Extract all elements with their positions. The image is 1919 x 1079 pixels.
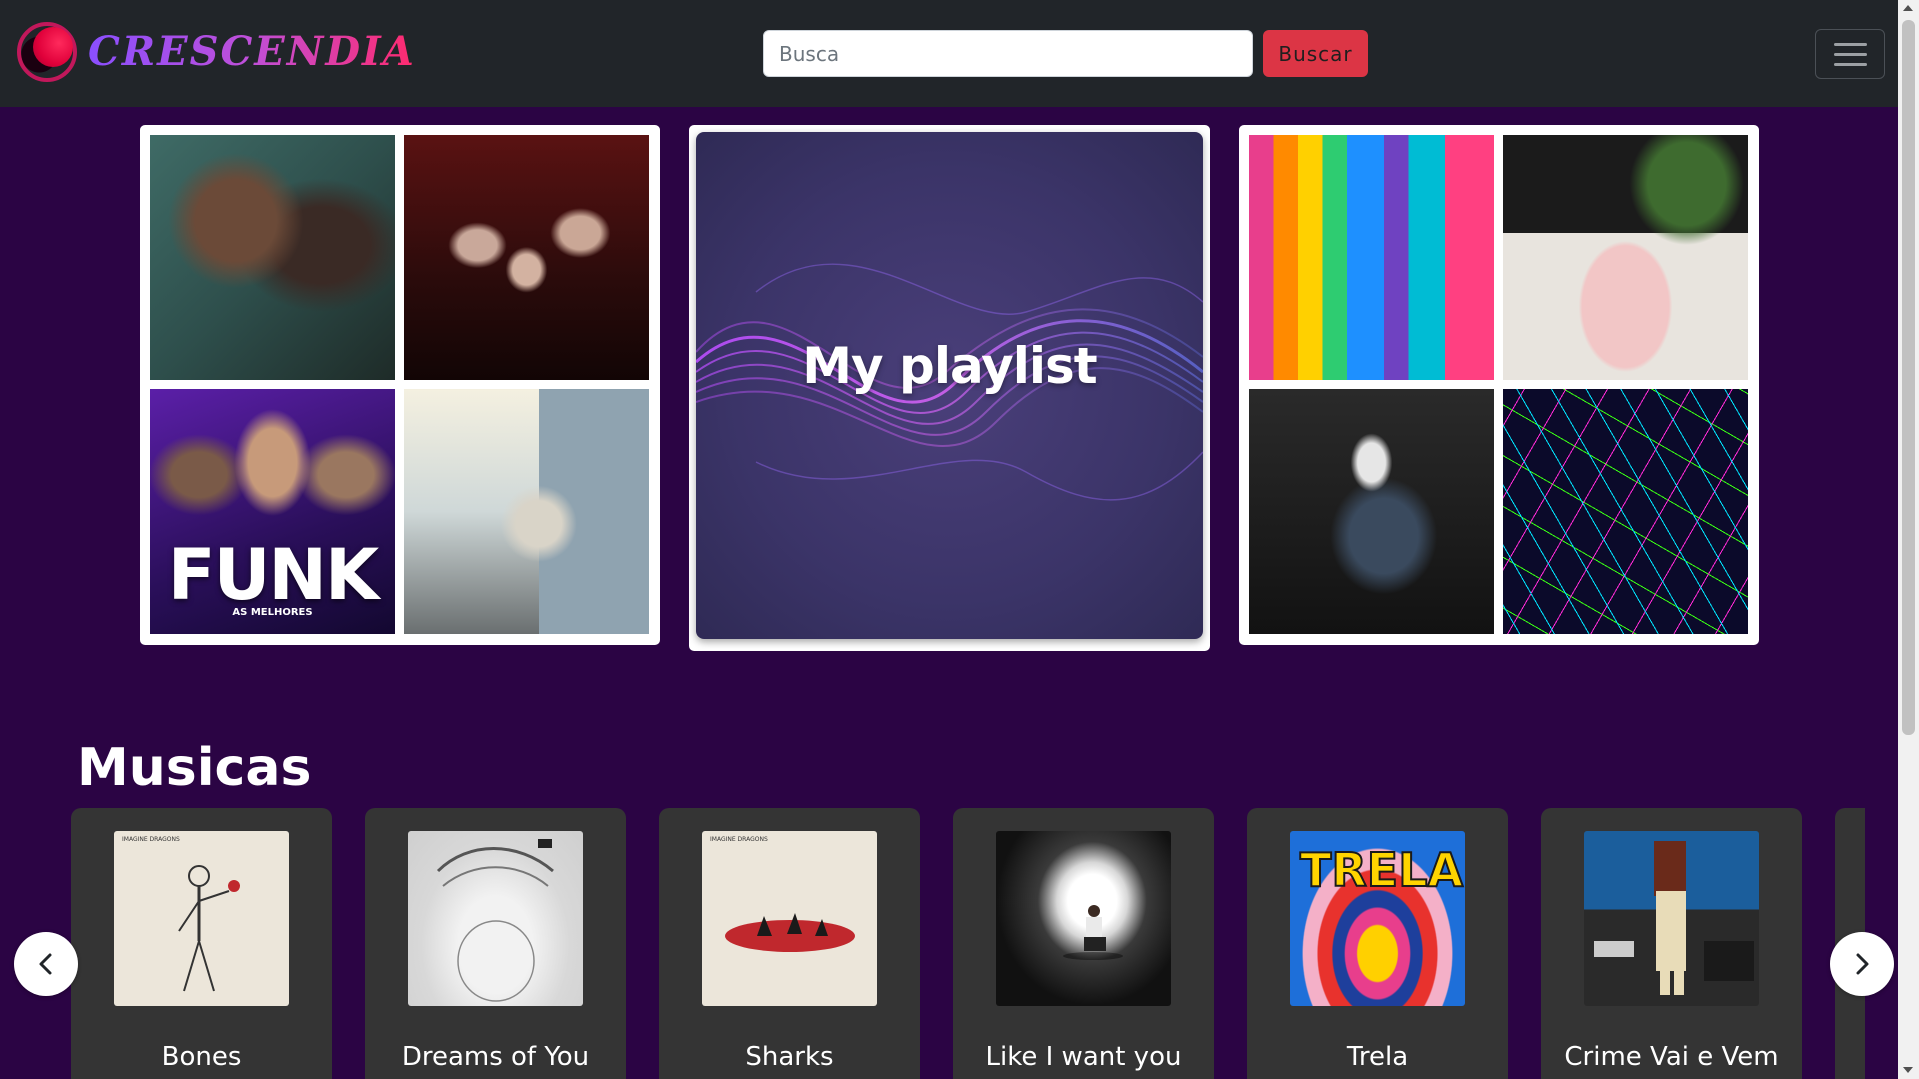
guitarist-photo-image — [1249, 389, 1494, 634]
scroll-down-arrow-icon[interactable] — [1903, 1067, 1913, 1073]
band-photo-image — [404, 135, 649, 380]
svg-text:IMAGINE DRAGONS: IMAGINE DRAGONS — [122, 836, 180, 843]
sharks-cover-image: IMAGINE DRAGONS — [702, 831, 877, 1006]
hamburger-icon — [1834, 43, 1867, 46]
racionais-cover-image — [1584, 831, 1759, 1006]
chevron-left-icon — [39, 953, 52, 975]
funk-cover-sublabel: AS MELHORES — [232, 607, 313, 618]
funk-cover-image: FUNK AS MELHORES — [150, 389, 395, 634]
song-title: Bones — [161, 1042, 242, 1072]
my-playlist-cover: My playlist — [696, 132, 1203, 639]
my-playlist-title: My playlist — [802, 337, 1097, 395]
navbar: CRESCENDIA Buscar — [0, 0, 1898, 107]
spotlight-figure-icon — [1063, 905, 1123, 960]
trela-cover-image: TRELA — [1290, 831, 1465, 1006]
racionais-figure-icon — [1594, 841, 1754, 995]
spotlight-cover-image — [996, 831, 1171, 1006]
search-button[interactable]: Buscar — [1263, 30, 1368, 77]
artist-photo-duo-image — [150, 135, 395, 380]
playlist-card-left[interactable]: FUNK AS MELHORES — [140, 125, 660, 645]
sketch-portrait-cover-image — [408, 831, 583, 1006]
rapper-photo-image — [404, 389, 649, 634]
song-card[interactable]: Crime Vai e Vem — [1541, 808, 1802, 1079]
song-title: Sharks — [745, 1042, 834, 1072]
playlist-card-right[interactable] — [1239, 125, 1759, 645]
musicas-heading: Musicas — [77, 738, 312, 798]
record-player-image — [1503, 135, 1748, 380]
svg-text:TRELA: TRELA — [1300, 843, 1464, 897]
brand-name[interactable]: CRESCENDIA — [88, 28, 416, 75]
scrollbar-thumb[interactable] — [1902, 20, 1915, 735]
funk-cover-label: FUNK — [167, 534, 380, 616]
song-card[interactable]: Dreams of You — [365, 808, 626, 1079]
skeleton-cover-image: IMAGINE DRAGONS — [114, 831, 289, 1006]
svg-text:IMAGINE DRAGONS: IMAGINE DRAGONS — [710, 836, 768, 843]
chevron-right-icon — [1856, 953, 1869, 975]
sketch-icon — [436, 839, 554, 1002]
song-title: Like I want you — [985, 1042, 1182, 1072]
shark-fins-icon: IMAGINE DRAGONS — [710, 836, 855, 952]
menu-toggle-button[interactable] — [1815, 29, 1885, 79]
skeleton-icon: IMAGINE DRAGONS — [122, 836, 240, 992]
song-card[interactable]: IMAGINE DRAGONS Sharks — [659, 808, 920, 1079]
scroll-up-arrow-icon[interactable] — [1903, 5, 1913, 11]
my-playlist-card[interactable]: My playlist — [689, 125, 1210, 651]
song-card[interactable]: TRELA Trela — [1247, 808, 1508, 1079]
song-card[interactable]: IMAGINE DRAGONS Bones — [71, 808, 332, 1079]
carousel-prev-button[interactable] — [14, 932, 78, 996]
carousel-next-button[interactable] — [1830, 932, 1894, 996]
colorful-guitars-image — [1249, 135, 1494, 380]
song-title: Crime Vai e Vem — [1564, 1042, 1779, 1072]
song-title: Dreams of You — [401, 1042, 590, 1072]
search-input[interactable] — [763, 30, 1253, 77]
song-card[interactable]: Like I want you — [953, 808, 1214, 1079]
trela-lettering-icon: TRELA — [1299, 842, 1465, 898]
song-title: Trela — [1346, 1042, 1409, 1072]
crescendia-logo-icon[interactable] — [17, 22, 77, 82]
laser-lights-image — [1503, 389, 1748, 634]
